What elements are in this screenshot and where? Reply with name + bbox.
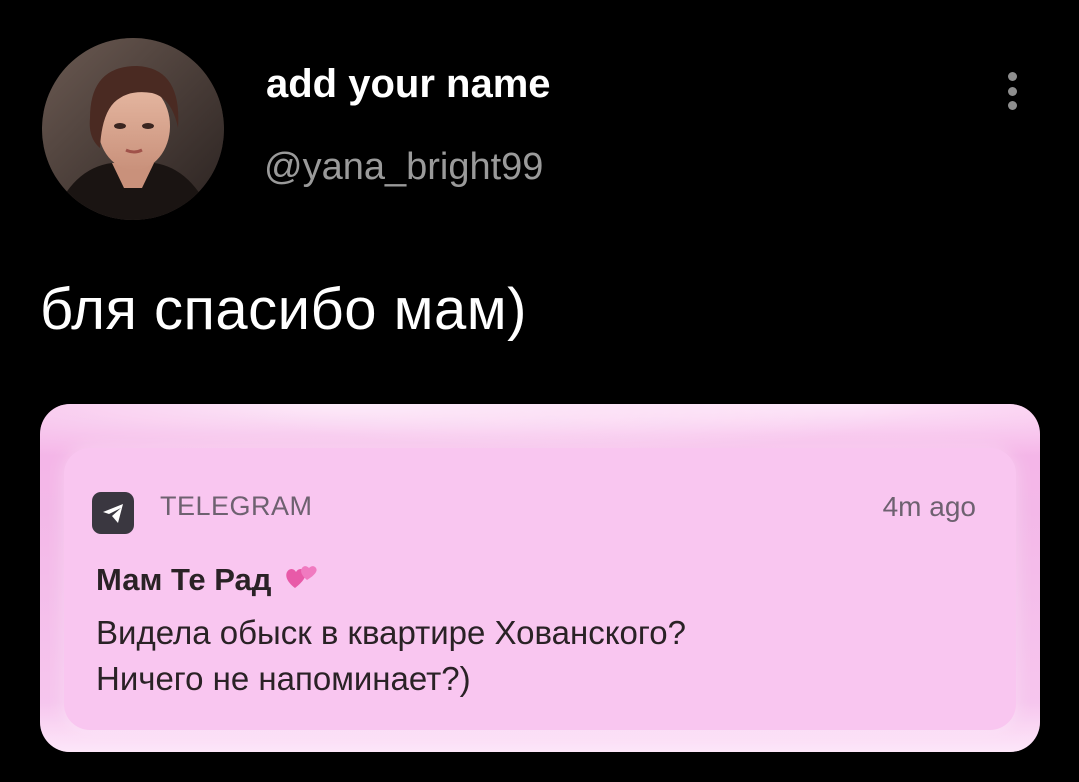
notification-body-line: Ничего не напоминает?): [96, 660, 471, 697]
notification-body: Видела обыск в квартире Хованского? Ниче…: [96, 610, 976, 702]
display-name[interactable]: add your name: [266, 62, 551, 107]
sender-name: Мам Те Рад: [96, 562, 272, 597]
more-vertical-icon-dot: [1007, 101, 1017, 110]
notification-app-name: TELEGRAM: [160, 491, 313, 521]
notification-sender: Мам Те Рад: [96, 560, 319, 600]
telegram-notification: TELEGRAM 4m ago Мам Те Рад Видела обыск …: [64, 448, 1016, 730]
two-hearts-icon: [283, 560, 319, 600]
avatar-photo: [42, 38, 224, 220]
more-vertical-icon: [1007, 72, 1017, 81]
post-image-attachment[interactable]: TELEGRAM 4m ago Мам Те Рад Видела обыск …: [40, 404, 1040, 752]
telegram-icon: [92, 492, 134, 534]
post-text: бля спасибо мам): [40, 277, 527, 342]
avatar[interactable]: [42, 38, 224, 220]
more-options-button[interactable]: [996, 68, 1028, 114]
notification-body-line: Видела обыск в квартире Хованского?: [96, 614, 686, 651]
more-vertical-icon-dot: [1007, 86, 1017, 96]
notification-time: 4m ago: [882, 491, 976, 522]
user-handle[interactable]: @yana_bright99: [264, 146, 543, 189]
